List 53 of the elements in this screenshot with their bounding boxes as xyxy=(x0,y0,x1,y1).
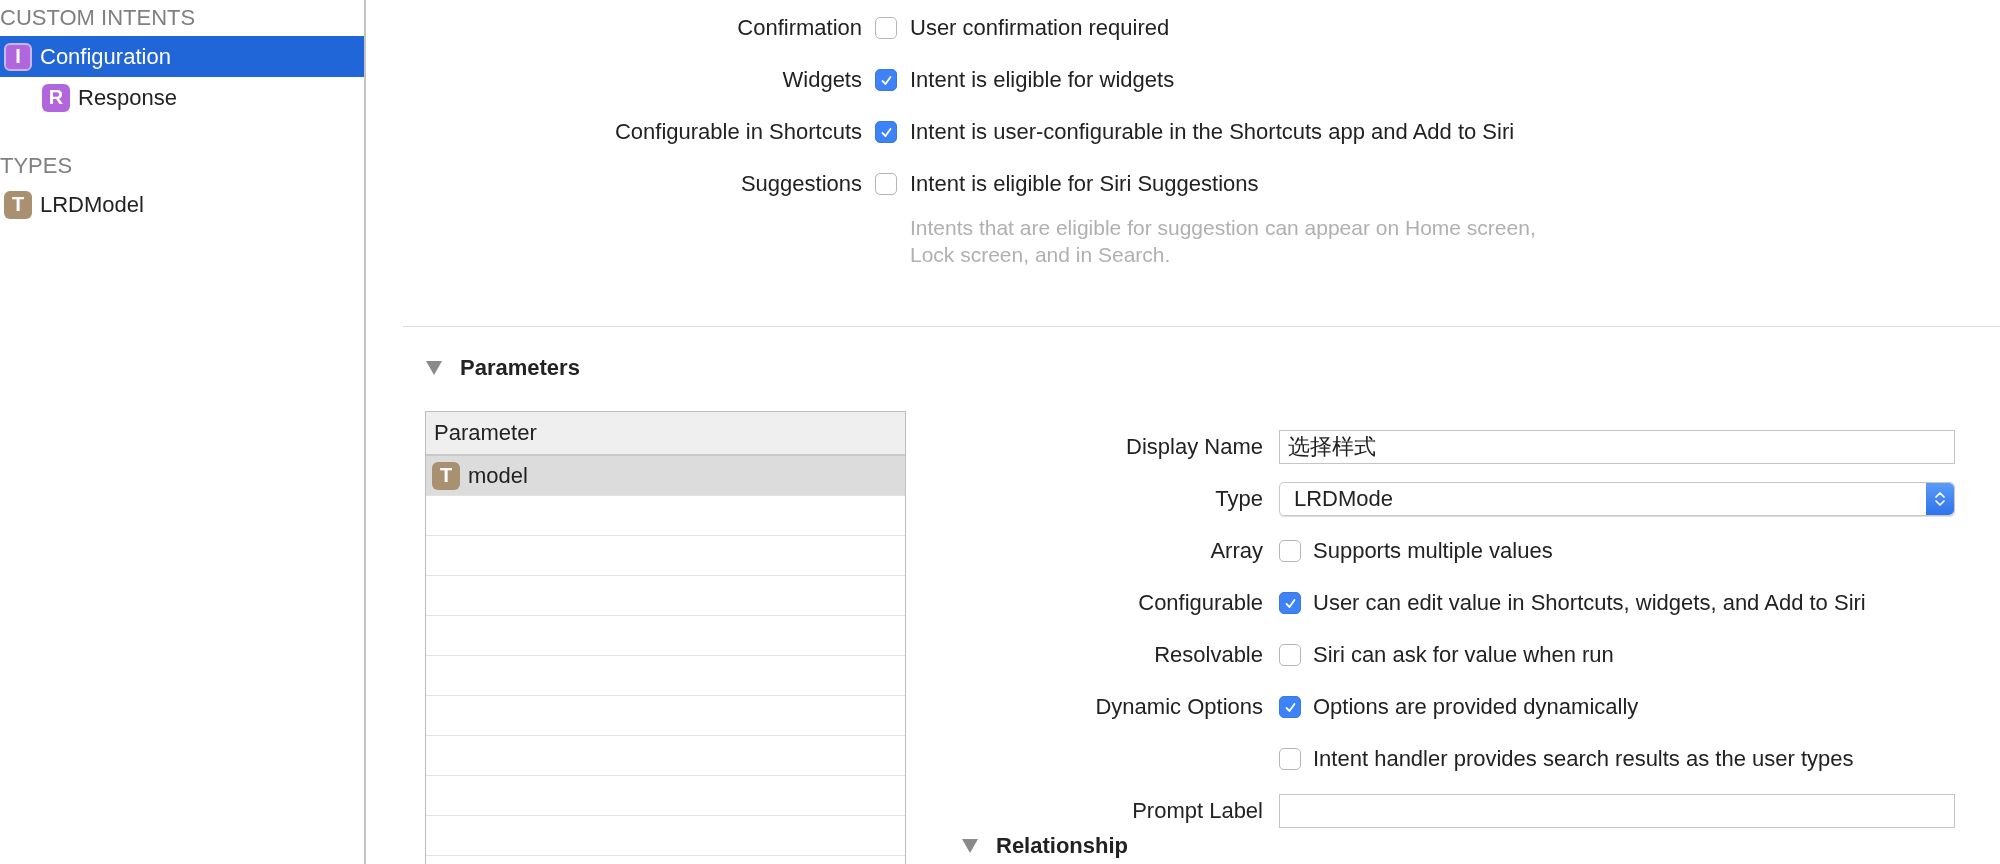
sidebar-item[interactable]: R Response xyxy=(0,77,364,118)
sidebar-item[interactable]: T LRDModel xyxy=(0,184,364,225)
section-header: CUSTOM INTENTS xyxy=(0,4,197,32)
type-badge-icon: T xyxy=(4,190,32,219)
checkbox-label: Intent is eligible for Siri Suggestions xyxy=(910,170,1260,198)
checkbox[interactable] xyxy=(1279,540,1301,562)
field-label: Configurable xyxy=(1137,590,1263,616)
field-label: Prompt Label xyxy=(1131,798,1263,824)
checkbox[interactable] xyxy=(1279,696,1301,718)
type-badge-icon: I xyxy=(4,42,32,71)
section-header: TYPES xyxy=(0,152,74,180)
field-label: Array xyxy=(1209,538,1263,564)
section-title: Parameters xyxy=(460,355,580,381)
checkbox-label: User confirmation required xyxy=(910,14,1171,42)
checkbox-label: User can edit value in Shortcuts, widgets, and Add to Siri xyxy=(1313,590,1866,616)
checkbox-label: Siri can ask for value when run xyxy=(1313,642,1614,668)
checkmark-icon xyxy=(1283,596,1297,610)
disclosure-triangle-down-icon[interactable] xyxy=(426,361,442,375)
field-label: Dynamic Options xyxy=(1094,694,1263,720)
field-label: Widgets xyxy=(781,66,862,94)
checkmark-icon xyxy=(1283,700,1297,714)
text-field[interactable]: 选择样式 xyxy=(1279,430,1955,464)
stepper-arrows-icon xyxy=(1926,483,1954,515)
field-label: Type xyxy=(1214,486,1263,512)
checkbox[interactable] xyxy=(875,173,897,195)
field-label: Suggestions xyxy=(739,170,862,198)
checkbox-label: Options are provided dynamically xyxy=(1313,694,1639,720)
checkbox[interactable] xyxy=(1279,748,1301,770)
checkbox[interactable] xyxy=(1279,644,1301,666)
checkbox[interactable] xyxy=(875,17,897,39)
field-label: Configurable in Shortcuts xyxy=(613,118,862,146)
checkbox-label: Intent is user-configurable in the Shortcuts app and Add to Siri xyxy=(910,118,1516,146)
disclosure-triangle-down-icon[interactable] xyxy=(962,839,978,853)
sidebar-item[interactable]: I Configuration xyxy=(0,36,364,77)
checkbox-label: Intent handler provides search results as the user types xyxy=(1313,746,1854,772)
table-row[interactable]: T model xyxy=(426,456,905,496)
field-label: Resolvable xyxy=(1153,642,1263,668)
text-field[interactable] xyxy=(1279,794,1955,828)
field-label: Display Name xyxy=(1125,434,1263,460)
type-popup-button[interactable]: LRDMode xyxy=(1279,482,1955,516)
checkmark-icon xyxy=(879,125,893,139)
checkbox-label: Supports multiple values xyxy=(1313,538,1553,564)
column-header[interactable]: Parameter xyxy=(426,412,905,456)
checkbox-label: Intent is eligible for widgets xyxy=(910,66,1176,94)
checkbox[interactable] xyxy=(1279,592,1301,614)
checkbox[interactable] xyxy=(875,69,897,91)
checkmark-icon xyxy=(879,73,893,87)
type-badge-icon: R xyxy=(42,83,70,112)
type-badge-icon: T xyxy=(432,461,460,490)
checkbox[interactable] xyxy=(875,121,897,143)
hint-text: Intents that are eligible for suggestion can appear on Home screen, Lock screen, and in Search. xyxy=(910,215,1537,268)
section-title: Relationship xyxy=(996,833,1128,859)
field-label: Confirmation xyxy=(736,14,862,42)
